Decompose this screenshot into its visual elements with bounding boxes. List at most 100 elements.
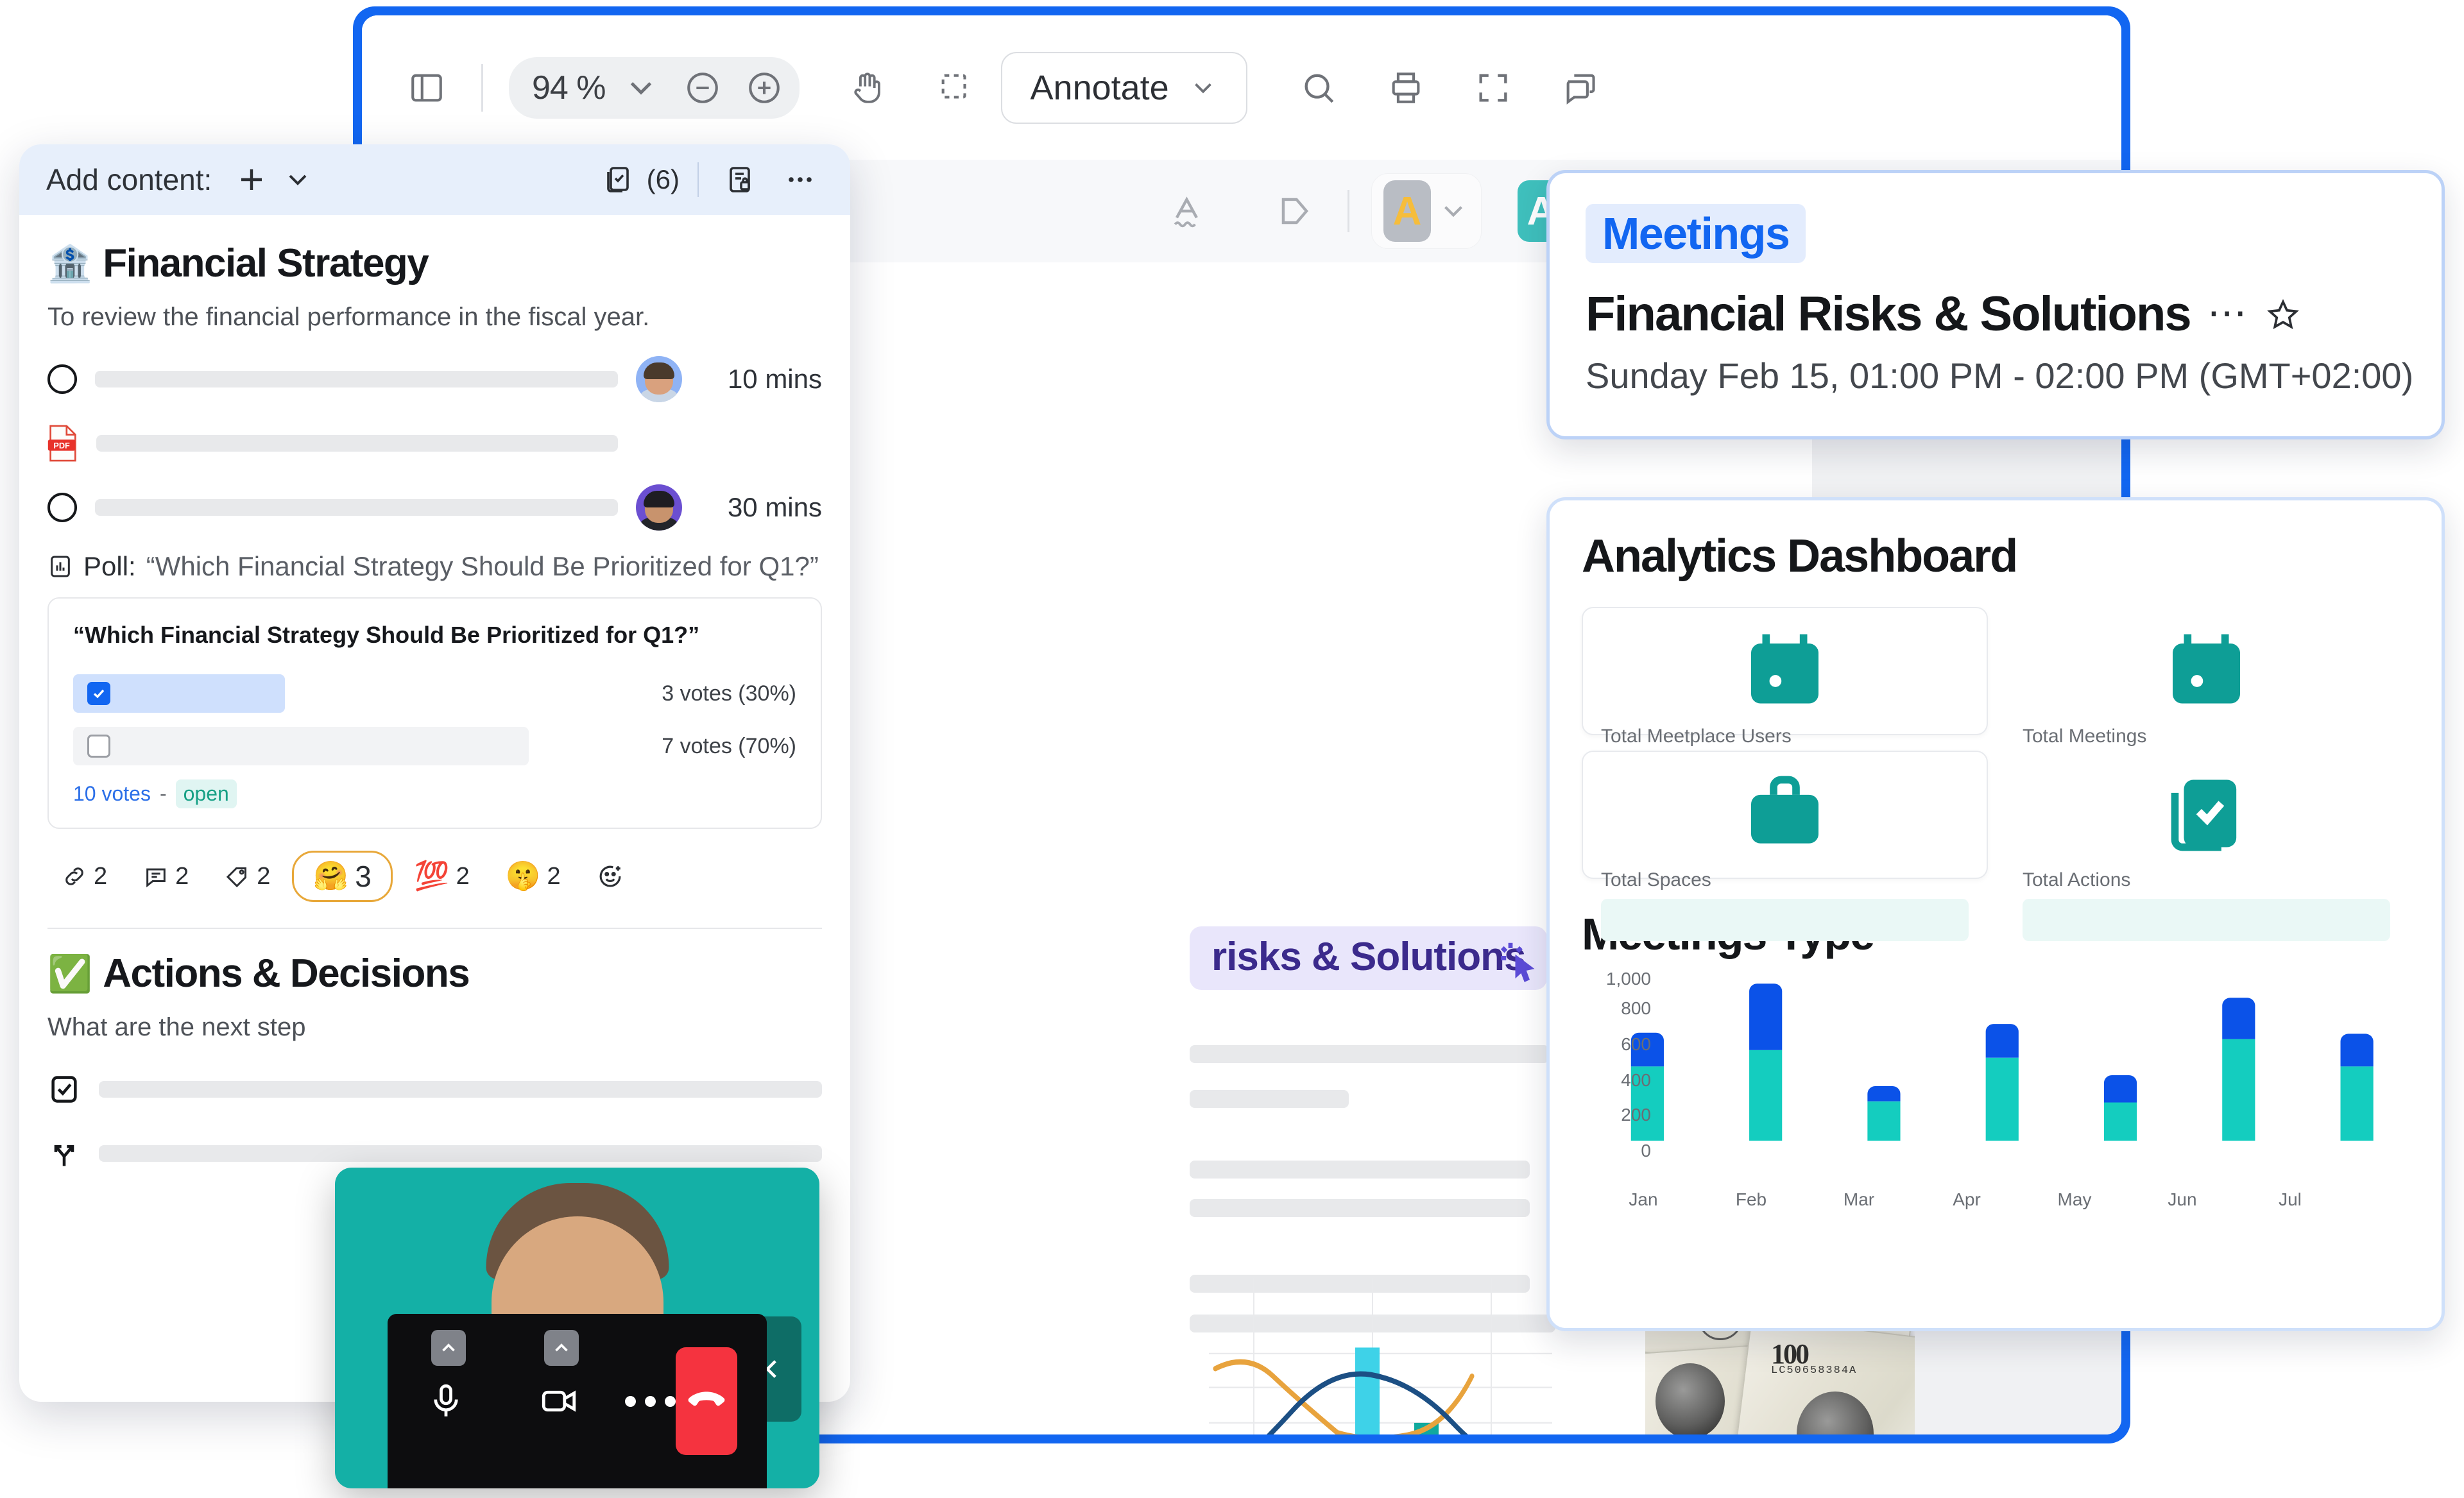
agenda-placeholder-text [95, 371, 618, 387]
microphone-options-icon[interactable] [431, 1330, 466, 1366]
agenda-row[interactable]: 10 mins [47, 356, 822, 402]
panel-divider [697, 162, 699, 197]
agenda-row[interactable]: 30 mins [47, 484, 822, 531]
avatar[interactable] [636, 484, 682, 531]
add-reaction-button[interactable] [583, 856, 638, 896]
chevron-down-icon [1188, 73, 1218, 103]
text-underline-wave-icon[interactable] [1158, 180, 1219, 242]
zoom-control-group[interactable]: 94 % [509, 56, 800, 119]
stat-card-total-actions[interactable]: Total Actions [2003, 751, 2409, 941]
reaction-comment[interactable]: 2 [129, 856, 203, 897]
action-row[interactable] [47, 1069, 822, 1110]
analytics-dashboard-card: Analytics Dashboard Total Meetplace User… [1546, 497, 2445, 1331]
plus-icon[interactable] [228, 157, 275, 203]
chart-plot-area [1630, 983, 2374, 1141]
chevron-down-icon[interactable] [275, 157, 321, 203]
meetings-chip: Meetings [1586, 204, 1806, 263]
x-axis-tick: Jan [1629, 1189, 1658, 1209]
poll-separator: - [159, 782, 167, 805]
section-subtitle: What are the next step [47, 1013, 306, 1041]
annotate-button[interactable]: Annotate [1000, 51, 1247, 124]
annotate-label: Annotate [1030, 68, 1169, 107]
calendar-icon [2023, 634, 2390, 717]
print-icon[interactable] [1377, 59, 1435, 117]
reaction-shushing-face[interactable]: 🤫 2 [492, 856, 575, 897]
task-checkbox-icon[interactable] [47, 1073, 81, 1106]
more-options-button[interactable] [624, 1395, 676, 1407]
fullscreen-icon[interactable] [1464, 59, 1522, 117]
poll-card: “Which Financial Strategy Should Be Prio… [47, 597, 822, 829]
private-note-icon[interactable] [717, 157, 763, 203]
x-axis-tick: Apr [1953, 1189, 1981, 1209]
camera-button[interactable] [530, 1330, 588, 1436]
section-heading-financial-strategy: 🏦 Financial Strategy [47, 241, 822, 286]
agenda-bullet-icon[interactable] [47, 493, 77, 522]
reaction-tag[interactable]: 2 [210, 856, 284, 897]
poll-footer: 10 votes - open [73, 779, 796, 808]
callout-arrow-icon[interactable] [1264, 180, 1326, 242]
poll-option-checkbox[interactable] [87, 735, 110, 758]
section-heading-actions-decisions: ✅ Actions & Decisions [47, 951, 822, 996]
pdf-file-icon[interactable]: PDF [47, 425, 78, 462]
section-title: Financial Strategy [103, 241, 429, 285]
avatar[interactable] [636, 356, 682, 402]
decision-placeholder-text [99, 1145, 822, 1162]
poll-option[interactable]: 3 votes (30%) [73, 674, 796, 713]
more-options-icon[interactable] [777, 157, 823, 203]
poll-option[interactable]: 7 votes (70%) [73, 727, 796, 765]
reaction-link[interactable]: 2 [47, 856, 121, 897]
x-axis-tick: Jul [2279, 1189, 2302, 1209]
camera-options-icon[interactable] [543, 1330, 579, 1366]
y-axis-tick: 800 [1621, 998, 1651, 1018]
poll-total-votes-link[interactable]: 10 votes [73, 782, 151, 806]
video-call-panel [335, 1168, 819, 1488]
section-subtitle: To review the financial performance in t… [47, 303, 650, 331]
stat-label: Total Meetplace Users [1601, 726, 1792, 747]
chevron-down-icon[interactable] [615, 62, 667, 114]
agenda-placeholder-text [95, 499, 618, 516]
comment-icon[interactable] [1552, 59, 1609, 117]
poll-option-votes: 7 votes (70%) [662, 733, 796, 758]
poll-question-inline: “Which Financial Strategy Should Be Prio… [146, 551, 819, 581]
zoom-in-button[interactable] [738, 62, 791, 114]
meeting-datetime: Sunday Feb 15, 01:00 PM - 02:00 PM (GMT+… [1586, 355, 2414, 396]
stat-card-total-spaces[interactable]: Total Spaces [1582, 751, 1988, 941]
poll-chart-icon [47, 554, 73, 579]
x-axis-tick: Jun [2168, 1189, 2197, 1209]
stat-card-total-meetplace-users[interactable]: Total Meetplace Users 2,530 Active [1582, 607, 1988, 803]
click-cursor-icon [1491, 933, 1549, 991]
poll-option-checkbox-checked[interactable] [87, 682, 110, 705]
sidebar-toggle-icon[interactable] [398, 59, 456, 117]
hugging-face-emoji: 🤗 [313, 860, 349, 892]
search-icon[interactable] [1290, 59, 1348, 117]
pan-hand-icon[interactable] [839, 59, 897, 117]
stat-card-total-meetings[interactable]: Total Meetings [2003, 607, 2409, 797]
agenda-row[interactable]: PDF [47, 423, 822, 464]
agenda-bullet-icon[interactable] [47, 364, 77, 394]
x-axis-tick: Mar [1843, 1189, 1875, 1209]
decision-branch-icon[interactable] [47, 1137, 81, 1170]
y-axis-tick: 600 [1621, 1034, 1651, 1054]
end-call-button[interactable] [675, 1347, 738, 1455]
reaction-hugging-face-selected[interactable]: 🤗 3 [292, 851, 393, 902]
microphone-button[interactable] [417, 1330, 475, 1436]
document-background-chart: 40 60 80 [1202, 1263, 1562, 1434]
star-icon[interactable] [2266, 298, 2300, 331]
stat-value-placeholder [1601, 899, 1969, 941]
placeholder-line [1190, 1090, 1349, 1108]
highlight-color-group[interactable]: A [1371, 173, 1482, 249]
meeting-more-icon[interactable]: ⋯ [2207, 294, 2250, 333]
highlight-yellow-icon[interactable]: A [1383, 180, 1431, 242]
meeting-title: Financial Risks & Solutions [1586, 287, 2192, 341]
reaction-count: 2 [456, 862, 470, 890]
poll-status-badge: open [175, 779, 237, 808]
area-select-icon[interactable] [927, 59, 984, 117]
reaction-hundred[interactable]: 💯 2 [400, 856, 484, 897]
zoom-out-button[interactable] [676, 62, 729, 114]
poll-option-votes: 3 votes (30%) [662, 681, 796, 706]
reaction-count: 3 [355, 860, 372, 893]
chevron-down-icon[interactable] [1437, 195, 1469, 227]
checklist-icon[interactable] [595, 157, 642, 203]
format-divider [1348, 190, 1349, 232]
checklist-icon [2023, 779, 2390, 861]
